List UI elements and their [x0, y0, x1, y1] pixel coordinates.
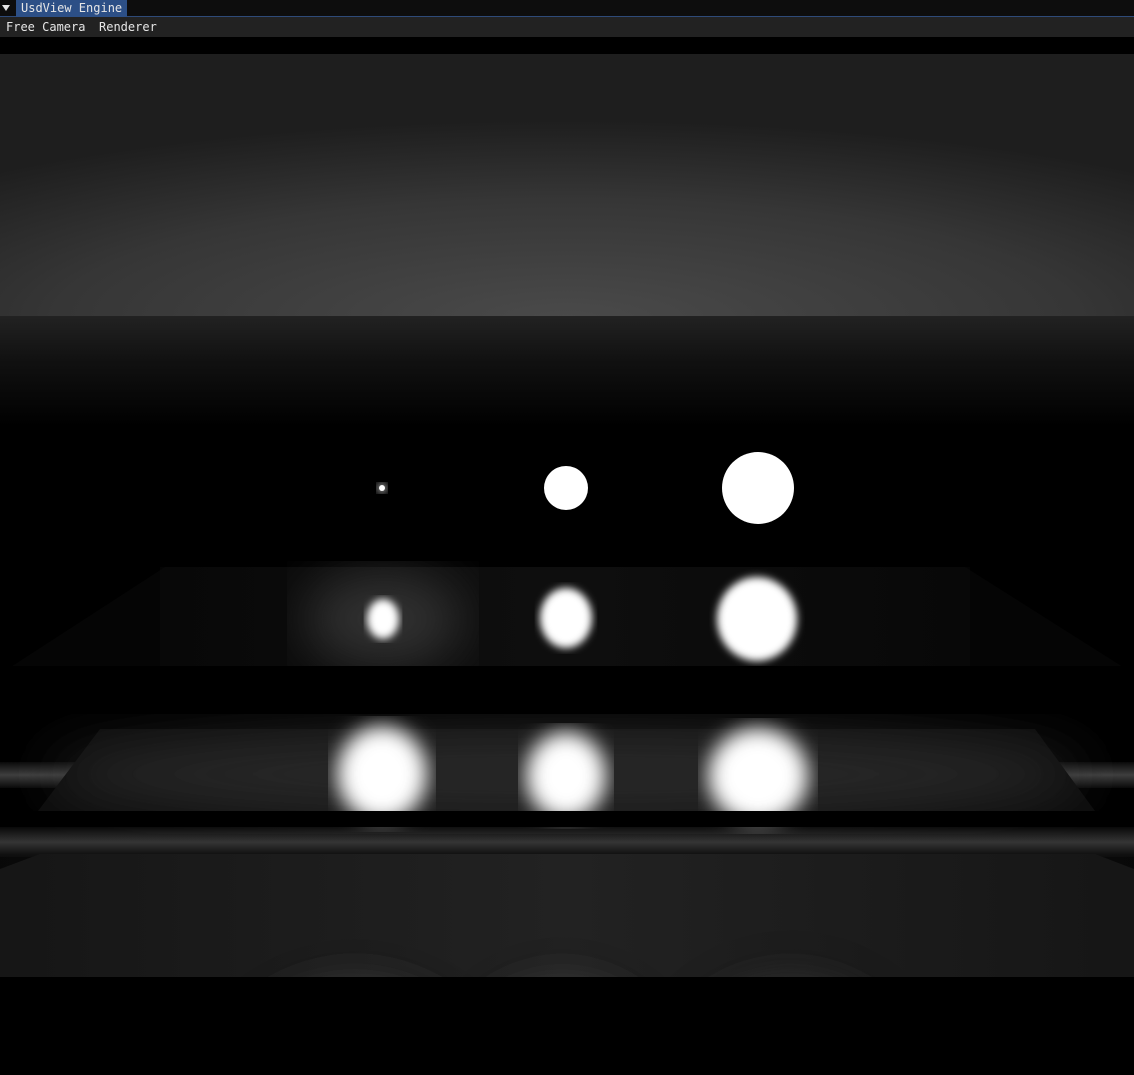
window-title-tab[interactable]: UsdView Engine: [16, 0, 128, 17]
title-bar: UsdView Engine: [0, 0, 1134, 17]
menu-renderer-label: Renderer: [99, 20, 157, 34]
triangle-down-icon[interactable]: [1, 3, 11, 13]
toolbar-spacer: [0, 37, 1134, 54]
render-viewport[interactable]: [0, 54, 1134, 1075]
rendered-scene: [0, 54, 1134, 1075]
menu-free-camera-label: Free Camera: [6, 20, 86, 34]
menu-renderer[interactable]: Renderer: [93, 17, 163, 37]
menu-bar: Free Camera Renderer: [0, 17, 1134, 37]
menu-free-camera[interactable]: Free Camera: [0, 17, 91, 37]
window-title: UsdView Engine: [21, 1, 123, 15]
